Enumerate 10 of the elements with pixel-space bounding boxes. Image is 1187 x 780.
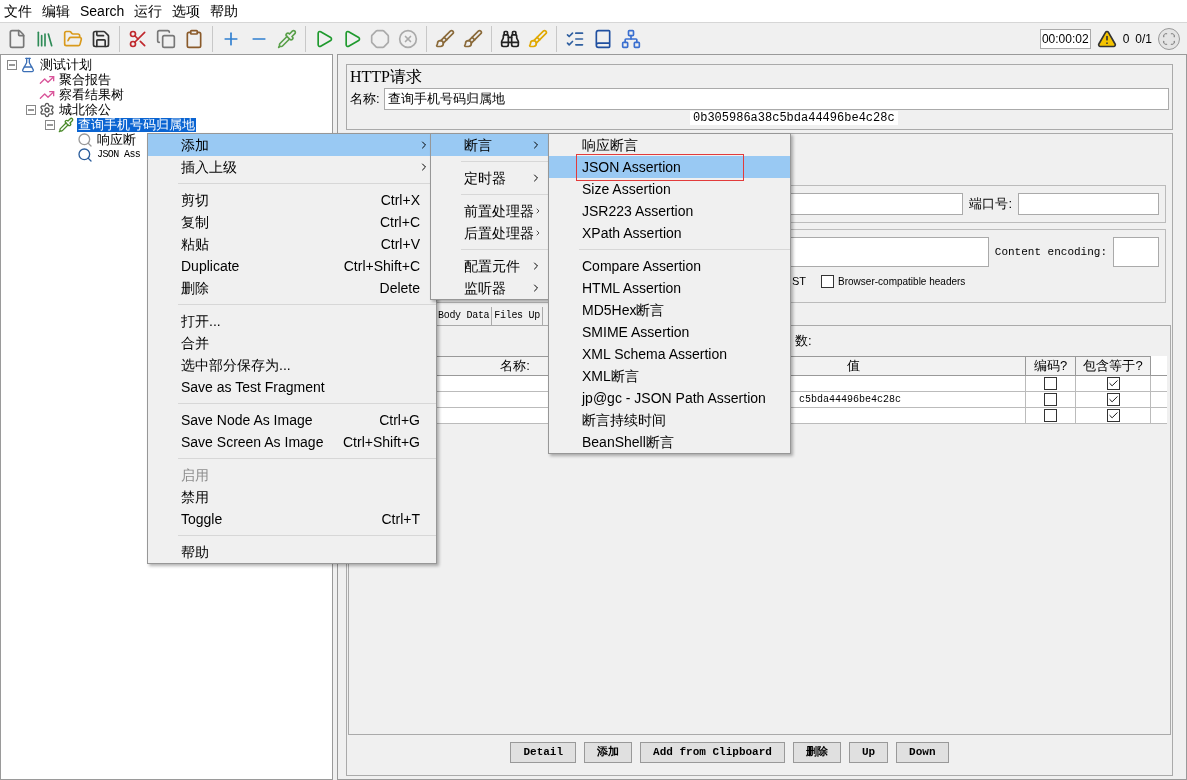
panel-title: HTTP请求: [350, 67, 423, 87]
field-label: 名称:: [350, 90, 380, 109]
error-count: 0: [1122, 30, 1130, 48]
field-label: 端口号:: [969, 195, 1012, 214]
option-label: ST: [792, 273, 807, 289]
checkbox-label: Browser-compatible headers: [838, 274, 966, 289]
section-label: 数:: [795, 332, 812, 351]
thread-count: 0/1: [1135, 30, 1152, 48]
elapsed-time: 00:00:02: [1039, 28, 1091, 49]
field-label: Content encoding:: [994, 244, 1107, 260]
